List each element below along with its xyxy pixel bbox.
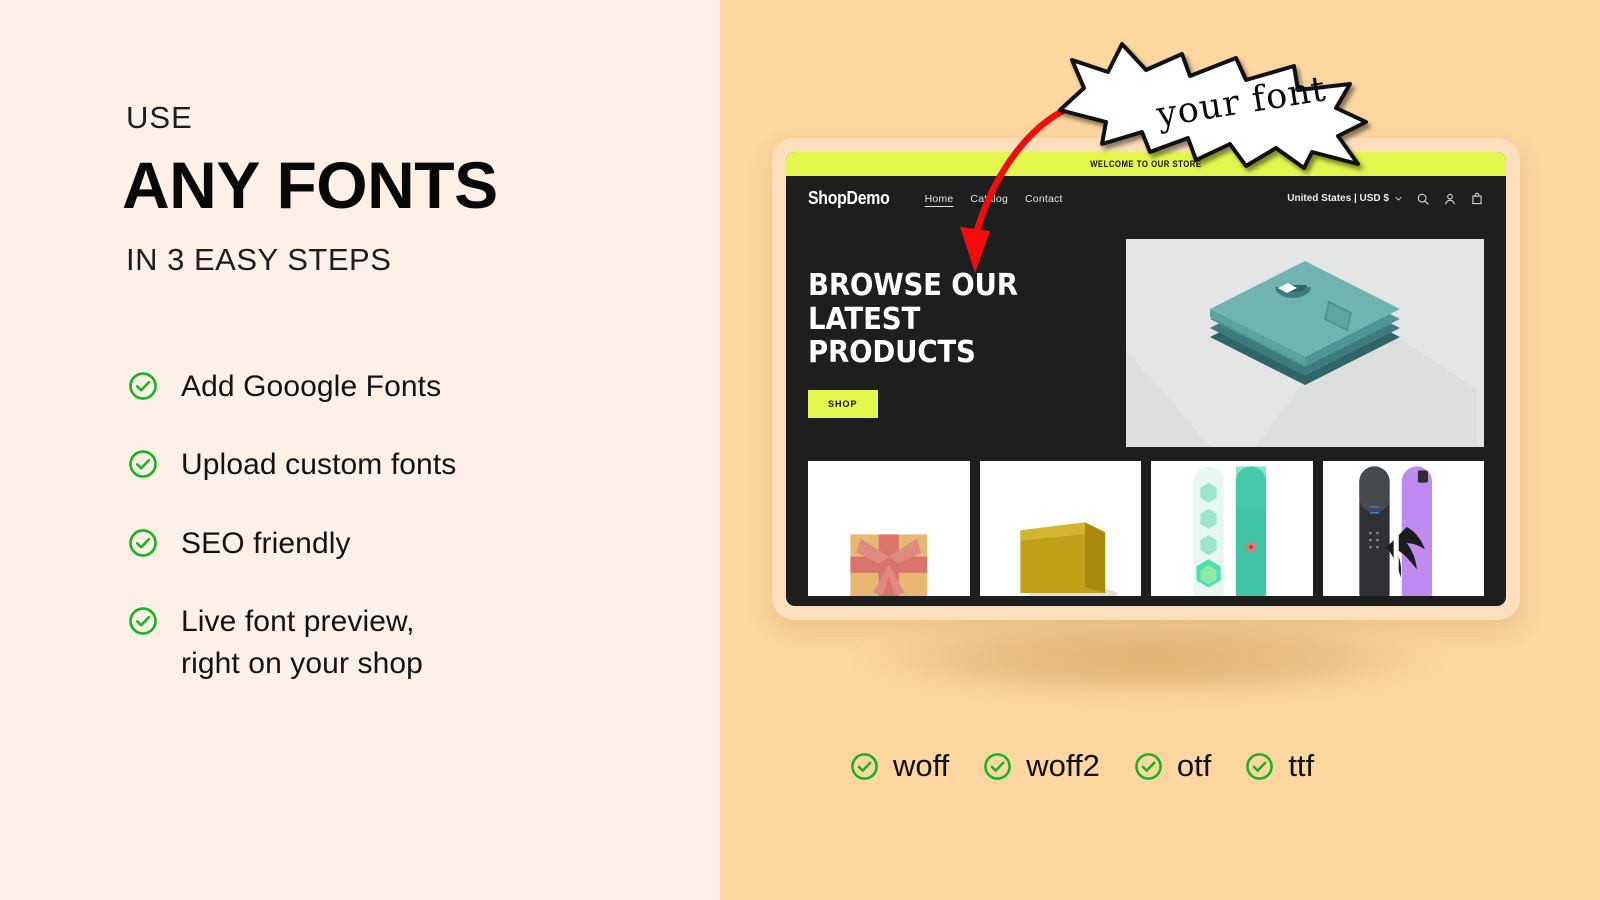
page-title: ANY FONTS (122, 148, 498, 222)
check-circle-icon (128, 371, 158, 401)
check-circle-icon (1245, 752, 1274, 781)
navbar-right-group: United States | USD $ (1287, 192, 1484, 206)
format-label: woff (893, 748, 950, 783)
font-format-badges: woff woff2 otf ttf (850, 748, 1390, 784)
format-label: otf (1176, 748, 1212, 783)
product-card-soap-bar[interactable] (979, 461, 1141, 596)
format-label: ttf (1288, 748, 1315, 783)
product-card-gift-box[interactable] (808, 461, 970, 596)
hero-section: BROWSE OUR LATEST PRODUCTS SHOP (786, 221, 1506, 461)
cart-icon[interactable] (1470, 192, 1484, 206)
feature-label: Upload custom fonts (181, 448, 457, 482)
hero-product-image (1126, 239, 1484, 447)
locale-label: United States | USD $ (1287, 193, 1389, 204)
feature-item-custom-fonts: Upload custom fonts (128, 444, 648, 485)
search-icon[interactable] (1416, 192, 1430, 206)
feature-item-live-preview: Live font preview, right on your shop (128, 601, 648, 684)
subtitle-text: IN 3 EASY STEPS (126, 242, 392, 277)
feature-list: Add Gooogle Fonts Upload custom fonts SE… (128, 366, 648, 684)
shop-button[interactable]: SHOP (808, 389, 878, 418)
hero-heading-line2: LATEST PRODUCTS (808, 301, 976, 371)
speech-bubble-callout: your font (1050, 40, 1370, 170)
locale-selector[interactable]: United States | USD $ (1287, 193, 1403, 204)
product-card-dark-purple-snowboards[interactable] (1322, 461, 1484, 596)
eyebrow-text: USE (126, 100, 193, 135)
chevron-down-icon (1395, 196, 1402, 201)
format-badge-otf: otf (1134, 748, 1211, 784)
check-circle-icon (850, 752, 879, 781)
feature-label: Live font preview, right on your shop (181, 605, 423, 680)
check-circle-icon (128, 606, 158, 636)
feature-item-google-fonts: Add Gooogle Fonts (128, 366, 648, 407)
mockup-drop-shadow (860, 620, 1440, 698)
check-circle-icon (128, 449, 158, 479)
feature-label: SEO friendly (181, 526, 351, 560)
format-badge-woff2: woff2 (983, 748, 1100, 784)
check-circle-icon (1134, 752, 1163, 781)
store-navbar: ShopDemo Home Catalog Contact United Sta… (786, 176, 1506, 221)
feature-label: Add Gooogle Fonts (181, 370, 442, 403)
check-circle-icon (983, 752, 1012, 781)
format-label: woff2 (1026, 748, 1100, 783)
browser-mockup-frame: WELCOME TO OUR STORE ShopDemo Home Catal… (772, 138, 1520, 620)
store-logo[interactable]: ShopDemo (808, 188, 890, 209)
product-grid (786, 461, 1506, 596)
product-card-teal-snowboards[interactable] (1151, 461, 1313, 596)
account-icon[interactable] (1443, 192, 1457, 206)
format-badge-woff: woff (850, 748, 949, 784)
storefront-preview: WELCOME TO OUR STORE ShopDemo Home Catal… (786, 152, 1506, 606)
feature-item-seo: SEO friendly (128, 523, 648, 564)
check-circle-icon (128, 528, 158, 558)
format-badge-ttf: ttf (1245, 748, 1314, 784)
